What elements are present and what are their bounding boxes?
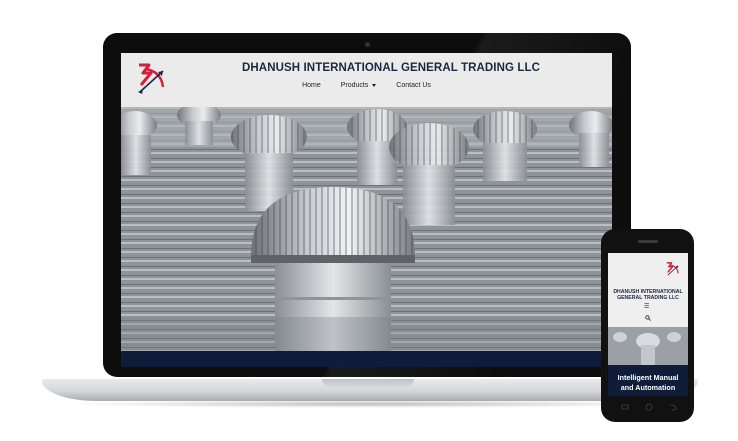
recent-apps-icon[interactable] xyxy=(621,404,629,410)
chevron-down-icon xyxy=(372,83,377,87)
hamburger-icon[interactable]: ☰ xyxy=(644,303,649,310)
laptop-base-notch xyxy=(322,379,414,387)
mobile-ventilators-photo xyxy=(608,327,688,365)
laptop-shadow xyxy=(60,400,680,408)
roof-ventilators-photo xyxy=(121,107,612,351)
mobile-company-name: DHANUSH INTERNATIONAL GENERAL TRADING LL… xyxy=(608,289,688,302)
main-nav: Home Products Contact Us xyxy=(121,82,612,96)
nav-item-products-label: Products xyxy=(340,82,369,89)
mobile-company-name-line2: GENERAL TRADING LLC xyxy=(617,295,679,302)
nav-item-products[interactable]: Products xyxy=(341,82,377,89)
laptop-screen: DHANUSH INTERNATIONAL GENERAL TRADING LL… xyxy=(121,53,612,367)
hero-caption-bar xyxy=(121,351,612,367)
mobile-company-logo[interactable] xyxy=(664,260,682,280)
laptop-camera xyxy=(365,42,370,47)
hero-slider-image xyxy=(121,107,612,351)
nav-item-contact[interactable]: Contact Us xyxy=(396,82,431,89)
search-icon[interactable] xyxy=(645,315,651,321)
phone-screen: DHANUSH INTERNATIONAL GENERAL TRADING LL… xyxy=(608,253,688,396)
mobile-headline-line1: Intelligent Manual xyxy=(617,373,679,382)
phone-nav-buttons xyxy=(621,403,677,411)
back-icon[interactable] xyxy=(669,404,677,411)
mobile-hero-image xyxy=(608,327,688,365)
phone-speaker xyxy=(638,240,658,243)
home-icon[interactable] xyxy=(645,403,653,411)
nav-item-home[interactable]: Home xyxy=(302,82,321,89)
mobile-headline-line2: and Automation xyxy=(620,383,676,392)
site-header: DHANUSH INTERNATIONAL GENERAL TRADING LL… xyxy=(121,53,612,107)
mobile-headline: Intelligent Manual and Automation xyxy=(608,373,688,393)
company-name: DHANUSH INTERNATIONAL GENERAL TRADING LL… xyxy=(242,62,540,74)
